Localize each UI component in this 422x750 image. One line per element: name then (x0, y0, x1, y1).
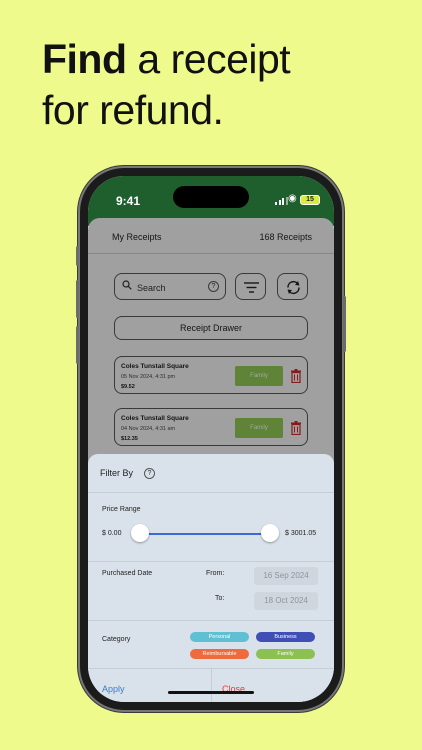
from-date-field[interactable]: 16 Sep 2024 (254, 567, 318, 585)
modal-overlay[interactable]: Filter By ? Price Range $ 0.00 $ 3001.05… (88, 218, 334, 702)
divider (88, 620, 334, 621)
category-chip-business[interactable]: Business (256, 632, 315, 642)
purchased-date-label: Purchased Date (102, 570, 153, 577)
wifi-icon: ◉ (288, 193, 297, 204)
volume-up-button (76, 280, 79, 318)
footer-divider (211, 668, 212, 702)
power-button (343, 296, 346, 352)
category-chip-personal[interactable]: Personal (190, 632, 249, 642)
battery-icon: 15 (300, 195, 320, 205)
price-slider-track[interactable] (140, 533, 270, 535)
headline-bold: Find (42, 36, 127, 82)
price-range-label: Price Range (102, 506, 141, 513)
filter-title: Filter By (100, 468, 134, 478)
category-label: Category (102, 636, 131, 643)
to-label: To: (215, 595, 225, 602)
price-min: $ 0.00 (102, 530, 122, 537)
category-chip-reimbursable[interactable]: Reimbursable (190, 649, 249, 659)
price-max: $ 3001.05 (285, 530, 317, 537)
help-icon[interactable]: ? (144, 468, 155, 479)
apply-button[interactable]: Apply (102, 684, 125, 694)
action-button (76, 246, 79, 266)
home-indicator (168, 691, 254, 694)
dynamic-island (173, 186, 249, 208)
phone-screen: 9:41 ◉ 15 My Receipts 168 Receipts Searc… (88, 176, 334, 702)
divider (88, 561, 334, 562)
filter-sheet: Filter By ? Price Range $ 0.00 $ 3001.05… (88, 454, 334, 702)
headline: Find a receipt for refund. (42, 34, 291, 136)
to-date-field[interactable]: 18 Oct 2024 (254, 592, 318, 610)
from-label: From: (206, 570, 225, 577)
battery-level: 15 (306, 196, 314, 203)
phone-frame: 9:41 ◉ 15 My Receipts 168 Receipts Searc… (76, 168, 346, 710)
category-chip-family[interactable]: Family (256, 649, 315, 659)
volume-down-button (76, 326, 79, 364)
headline-rest: a receipt (126, 36, 291, 82)
divider (88, 492, 334, 493)
signal-icon (275, 197, 288, 205)
price-slider-max-handle[interactable] (261, 524, 279, 542)
price-slider-min-handle[interactable] (131, 524, 149, 542)
status-time: 9:41 (116, 194, 141, 208)
headline-line2: for refund. (42, 87, 224, 133)
